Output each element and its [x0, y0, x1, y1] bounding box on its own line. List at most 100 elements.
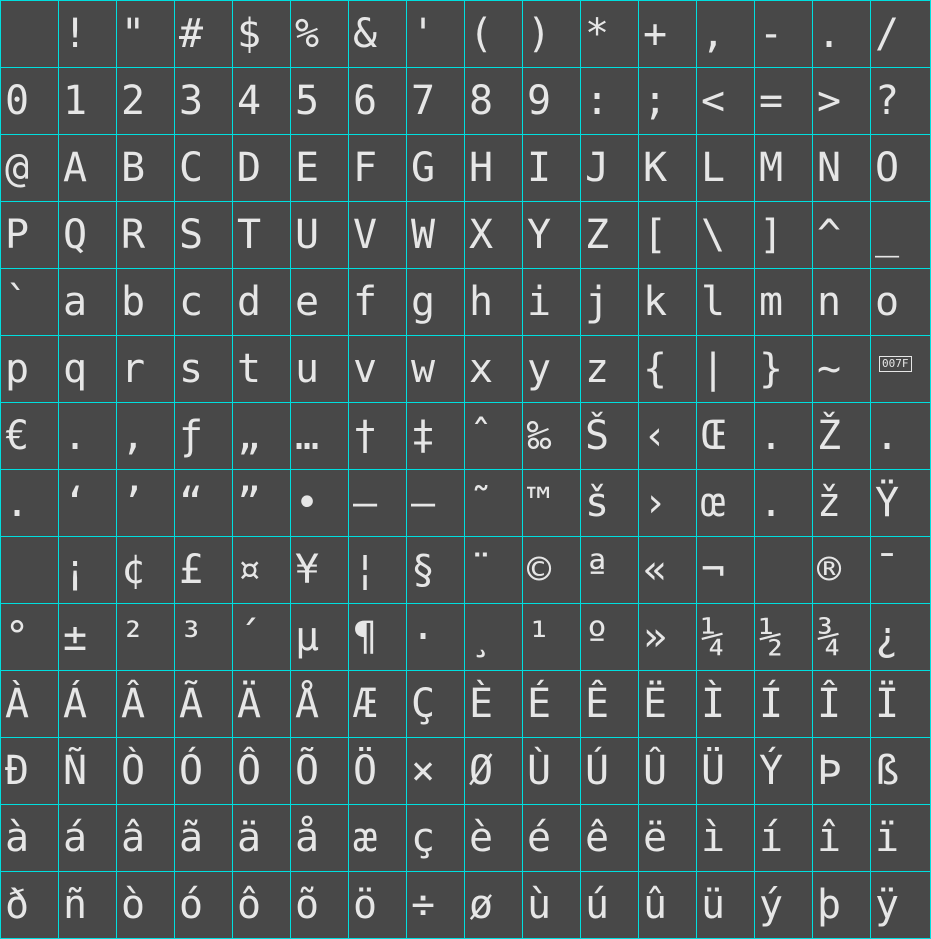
- char-cell: -: [754, 0, 812, 67]
- char-cell: Û: [638, 737, 696, 804]
- char-cell: é: [522, 804, 580, 871]
- char-cell: Í: [754, 670, 812, 737]
- grid-row: ! " # $ % & ' ( ) * + , - . /: [0, 0, 931, 67]
- char-cell: $: [232, 0, 290, 67]
- char-cell: þ: [812, 871, 870, 938]
- grid-row: @ A B C D E F G H I J K L M N O: [0, 134, 931, 201]
- char-cell: b: [116, 268, 174, 335]
- char-cell: £: [174, 536, 232, 603]
- char-cell: n: [812, 268, 870, 335]
- char-cell: !: [58, 0, 116, 67]
- char-cell: Ã: [174, 670, 232, 737]
- char-cell: î: [812, 804, 870, 871]
- char-cell: ß: [870, 737, 931, 804]
- char-cell: c: [174, 268, 232, 335]
- char-cell: ¹: [522, 603, 580, 670]
- char-cell: 8: [464, 67, 522, 134]
- char-cell: “: [174, 469, 232, 536]
- char-cell: y: [522, 335, 580, 402]
- char-cell: .: [754, 402, 812, 469]
- char-cell: 3: [174, 67, 232, 134]
- char-cell: º: [580, 603, 638, 670]
- char-cell: ÿ: [870, 871, 931, 938]
- char-cell: è: [464, 804, 522, 871]
- char-cell: à: [0, 804, 58, 871]
- grid-row: P Q R S T U V W X Y Z [ \ ] ^ _: [0, 201, 931, 268]
- char-cell: q: [58, 335, 116, 402]
- grid-row: ð ñ ò ó ô õ ö ÷ ø ù ú û ü ý þ ÿ: [0, 871, 931, 938]
- char-cell: ö: [348, 871, 406, 938]
- char-cell: ): [522, 0, 580, 67]
- char-cell: Ò: [116, 737, 174, 804]
- char-cell: 4: [232, 67, 290, 134]
- char-cell: l: [696, 268, 754, 335]
- char-cell: ý: [754, 871, 812, 938]
- char-cell: C: [174, 134, 232, 201]
- char-cell: k: [638, 268, 696, 335]
- char-cell: [0, 536, 58, 603]
- char-cell: ±: [58, 603, 116, 670]
- char-cell: 1: [58, 67, 116, 134]
- char-cell: á: [58, 804, 116, 871]
- char-cell: Ž: [812, 402, 870, 469]
- char-cell: Å: [290, 670, 348, 737]
- char-cell: m: [754, 268, 812, 335]
- char-cell: w: [406, 335, 464, 402]
- char-cell: ³: [174, 603, 232, 670]
- char-cell: ‰: [522, 402, 580, 469]
- char-cell: „: [232, 402, 290, 469]
- char-cell: u: [290, 335, 348, 402]
- char-cell: U: [290, 201, 348, 268]
- char-cell: 5: [290, 67, 348, 134]
- char-cell: ]: [754, 201, 812, 268]
- char-cell: ƒ: [174, 402, 232, 469]
- char-cell: W: [406, 201, 464, 268]
- char-cell: J: [580, 134, 638, 201]
- char-cell: ã: [174, 804, 232, 871]
- char-cell: ø: [464, 871, 522, 938]
- hex-box-glyph: 007F: [879, 356, 912, 372]
- char-cell: Þ: [812, 737, 870, 804]
- char-cell: j: [580, 268, 638, 335]
- char-cell: ì: [696, 804, 754, 871]
- grid-row: € . , ƒ „ … † ‡ ˆ ‰ Š ‹ Œ . Ž .: [0, 402, 931, 469]
- char-cell: û: [638, 871, 696, 938]
- char-cell: ~: [812, 335, 870, 402]
- char-cell: ¤: [232, 536, 290, 603]
- char-cell: ¨: [464, 536, 522, 603]
- char-cell: E: [290, 134, 348, 201]
- char-cell: Ô: [232, 737, 290, 804]
- char-cell: v: [348, 335, 406, 402]
- char-cell: —: [406, 469, 464, 536]
- char-cell: ô: [232, 871, 290, 938]
- char-cell: Ë: [638, 670, 696, 737]
- char-cell: ë: [638, 804, 696, 871]
- char-cell: [0, 0, 58, 67]
- char-cell: «: [638, 536, 696, 603]
- char-cell: ñ: [58, 871, 116, 938]
- char-cell: ¡: [58, 536, 116, 603]
- char-cell: <: [696, 67, 754, 134]
- char-cell: d: [232, 268, 290, 335]
- char-cell: ¼: [696, 603, 754, 670]
- char-cell: ,: [696, 0, 754, 67]
- char-cell: Ú: [580, 737, 638, 804]
- char-cell: a: [58, 268, 116, 335]
- char-cell: ª: [580, 536, 638, 603]
- char-cell: •: [290, 469, 348, 536]
- char-cell: ¥: [290, 536, 348, 603]
- char-cell: *: [580, 0, 638, 67]
- char-cell: ¦: [348, 536, 406, 603]
- char-cell: ð: [0, 871, 58, 938]
- char-cell: X: [464, 201, 522, 268]
- char-cell: Š: [580, 402, 638, 469]
- char-cell: š: [580, 469, 638, 536]
- char-cell: õ: [290, 871, 348, 938]
- char-cell: ': [406, 0, 464, 67]
- char-cell: ó: [174, 871, 232, 938]
- grid-row: Ð Ñ Ò Ó Ô Õ Ö × Ø Ù Ú Û Ü Ý Þ ß: [0, 737, 931, 804]
- char-cell: >: [812, 67, 870, 134]
- char-cell: =: [754, 67, 812, 134]
- char-cell: Ü: [696, 737, 754, 804]
- char-cell: Ï: [870, 670, 931, 737]
